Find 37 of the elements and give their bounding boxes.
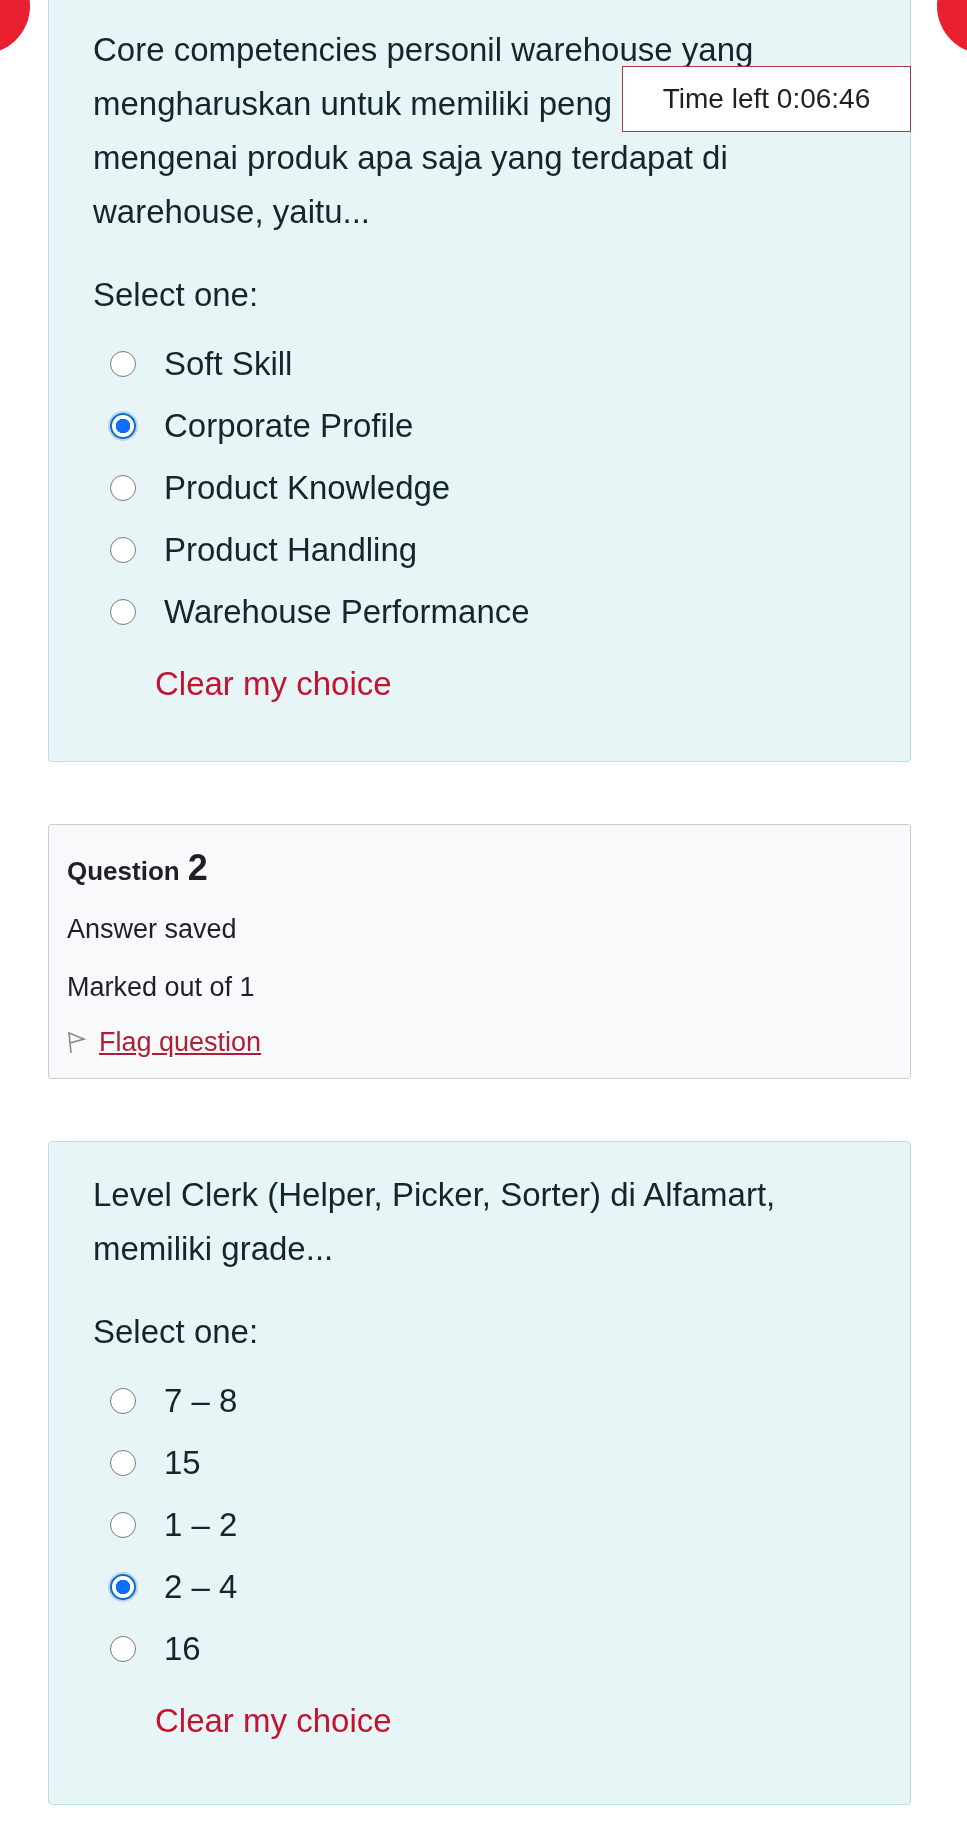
radio-button[interactable] bbox=[110, 1450, 136, 1476]
option-label[interactable]: Product Handling bbox=[164, 531, 418, 569]
radio-button[interactable] bbox=[110, 1512, 136, 1538]
option-label[interactable]: 2 – 4 bbox=[164, 1568, 238, 1606]
option-label[interactable]: Warehouse Performance bbox=[164, 593, 530, 631]
flag-icon[interactable] bbox=[67, 1030, 87, 1055]
select-one-prompt: Select one: bbox=[93, 278, 260, 312]
flag-question-link[interactable]: Flag question bbox=[99, 1027, 262, 1058]
answer-status: Answer saved bbox=[67, 913, 238, 946]
radio-button[interactable] bbox=[110, 475, 136, 501]
radio-button[interactable] bbox=[110, 351, 136, 377]
question-text-line: Core competencies personil warehouse yang bbox=[93, 32, 754, 66]
question-text-line: Level Clerk (Helper, Picker, Sorter) di Alfamart, bbox=[93, 1177, 776, 1211]
question-text-line: memiliki grade... bbox=[93, 1231, 334, 1265]
radio-button[interactable] bbox=[110, 1574, 136, 1600]
question-label: Question bbox=[67, 856, 180, 887]
radio-button[interactable] bbox=[110, 1388, 136, 1414]
question-text-line: mengenai produk apa saja yang terdapat di bbox=[93, 140, 728, 174]
radio-button[interactable] bbox=[110, 537, 136, 563]
option-label[interactable]: 16 bbox=[164, 1630, 201, 1668]
question-text-line: mengharuskan untuk memiliki peng bbox=[93, 86, 613, 120]
radio-button[interactable] bbox=[110, 1636, 136, 1662]
question-number: 2 bbox=[187, 847, 208, 889]
question-text-line: warehouse, yaitu... bbox=[93, 194, 370, 228]
option-label[interactable]: 1 – 2 bbox=[164, 1506, 238, 1544]
option-label[interactable]: Soft Skill bbox=[164, 345, 293, 383]
radio-button[interactable] bbox=[110, 413, 136, 439]
marks-text: Marked out of 1 bbox=[67, 971, 256, 1004]
option-label[interactable]: Corporate Profile bbox=[164, 407, 414, 445]
option-label[interactable]: 7 – 8 bbox=[164, 1382, 238, 1420]
select-one-prompt: Select one: bbox=[93, 1315, 260, 1349]
option-label[interactable]: 15 bbox=[164, 1444, 201, 1482]
radio-button[interactable] bbox=[110, 599, 136, 625]
clear-choice-link[interactable]: Clear my choice bbox=[155, 1702, 392, 1740]
clear-choice-link[interactable]: Clear my choice bbox=[155, 665, 392, 703]
option-label[interactable]: Product Knowledge bbox=[164, 469, 451, 507]
time-left-box: Time left 0:06:46 bbox=[622, 66, 911, 132]
